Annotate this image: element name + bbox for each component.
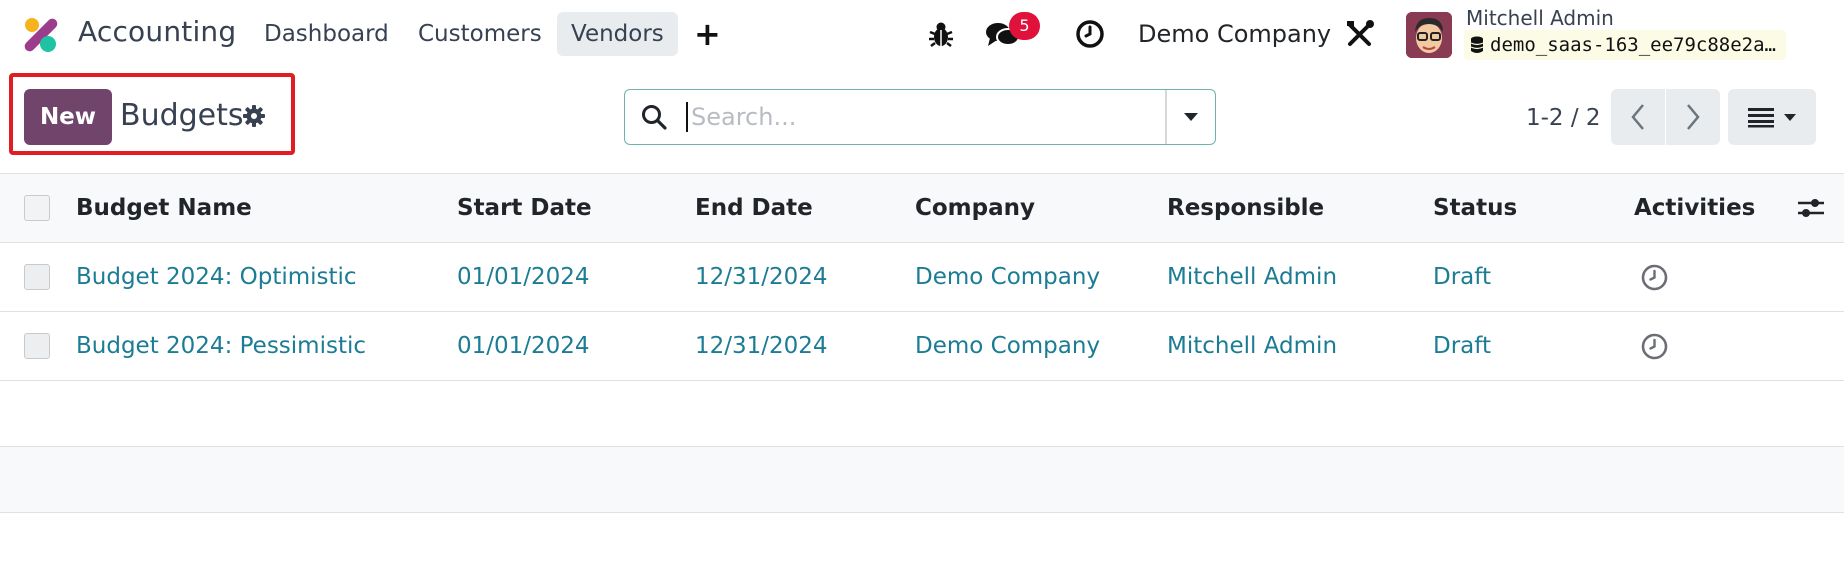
column-start-date[interactable]: Start Date: [457, 174, 592, 242]
column-budget-name[interactable]: Budget Name: [76, 174, 252, 242]
menu-vendors[interactable]: Vendors: [557, 12, 678, 56]
cell-responsible[interactable]: Mitchell Admin: [1167, 243, 1337, 311]
cell-start-date[interactable]: 01/01/2024: [457, 243, 590, 311]
row-checkbox[interactable]: [24, 264, 50, 290]
pager-previous-button[interactable]: [1611, 89, 1665, 145]
table-header: Budget Name Start Date End Date Company …: [0, 173, 1844, 243]
empty-row: [0, 381, 1844, 447]
list-view-switcher[interactable]: [1728, 89, 1816, 145]
page-title: Budgets: [120, 98, 244, 133]
cell-company[interactable]: Demo Company: [915, 243, 1100, 311]
budgets-table: Budget Name Start Date End Date Company …: [0, 173, 1844, 513]
activity-clock-icon[interactable]: [1640, 332, 1669, 365]
search-input[interactable]: [691, 90, 1131, 144]
chevron-right-icon: [1687, 104, 1700, 130]
database-name: demo_saas-163_ee79c88e2a…: [1490, 34, 1776, 56]
menu-customers[interactable]: Customers: [404, 12, 556, 56]
cell-start-date[interactable]: 01/01/2024: [457, 312, 590, 380]
search-bar: [624, 89, 1216, 145]
cell-status[interactable]: Draft: [1433, 312, 1491, 380]
debug-bug-icon[interactable]: [926, 18, 956, 50]
pager-next-button[interactable]: [1666, 89, 1720, 145]
cell-responsible[interactable]: Mitchell Admin: [1167, 312, 1337, 380]
user-avatar[interactable]: [1406, 12, 1452, 58]
column-company[interactable]: Company: [915, 174, 1035, 242]
user-name[interactable]: Mitchell Admin: [1466, 6, 1614, 30]
cell-company[interactable]: Demo Company: [915, 312, 1100, 380]
new-button[interactable]: New: [24, 89, 112, 145]
messages-count-badge: 5: [1009, 12, 1040, 40]
accounting-logo-icon[interactable]: [22, 16, 60, 54]
select-all-checkbox[interactable]: [24, 195, 50, 221]
tools-wrench-icon[interactable]: [1344, 18, 1376, 50]
gear-icon[interactable]: [242, 104, 266, 132]
column-status[interactable]: Status: [1433, 174, 1517, 242]
add-menu-plus-icon[interactable]: +: [694, 12, 721, 56]
app-name[interactable]: Accounting: [78, 15, 236, 48]
top-navbar: Accounting Dashboard Customers Vendors +…: [0, 0, 1844, 68]
column-activities[interactable]: Activities: [1634, 174, 1755, 242]
company-switcher[interactable]: Demo Company: [1138, 14, 1331, 54]
search-options-toggle[interactable]: [1167, 90, 1215, 144]
activity-clock-icon[interactable]: [1074, 18, 1106, 50]
activity-clock-icon[interactable]: [1640, 263, 1669, 296]
cell-end-date[interactable]: 12/31/2024: [695, 243, 828, 311]
database-name-pill: demo_saas-163_ee79c88e2a…: [1464, 30, 1786, 60]
optional-columns-sliders-icon[interactable]: [1797, 196, 1825, 224]
cell-budget-name[interactable]: Budget 2024: Pessimistic: [76, 312, 366, 380]
cell-end-date[interactable]: 12/31/2024: [695, 312, 828, 380]
empty-row: [0, 447, 1844, 513]
menu-dashboard[interactable]: Dashboard: [250, 12, 403, 56]
caret-down-icon: [1184, 113, 1198, 121]
pager-value[interactable]: 1-2 / 2: [1526, 104, 1601, 132]
search-icon: [641, 104, 667, 134]
column-responsible[interactable]: Responsible: [1167, 174, 1324, 242]
cell-status[interactable]: Draft: [1433, 243, 1491, 311]
column-end-date[interactable]: End Date: [695, 174, 813, 242]
caret-down-icon: [1784, 113, 1796, 121]
row-checkbox[interactable]: [24, 333, 50, 359]
table-row[interactable]: Budget 2024: Pessimistic 01/01/2024 12/3…: [0, 312, 1844, 381]
list-view-icon: [1748, 108, 1774, 128]
cell-budget-name[interactable]: Budget 2024: Optimistic: [76, 243, 357, 311]
database-icon: [1470, 36, 1484, 53]
chevron-left-icon: [1631, 104, 1644, 130]
table-row[interactable]: Budget 2024: Optimistic 01/01/2024 12/31…: [0, 243, 1844, 312]
text-cursor: [686, 102, 688, 132]
